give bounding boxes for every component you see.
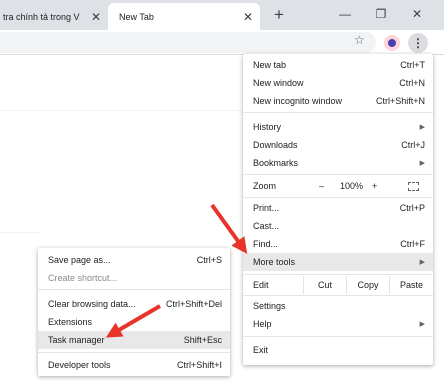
new-tab-button[interactable]: +: [268, 4, 290, 26]
chrome-main-menu: New tab Ctrl+T New window Ctrl+N New inc…: [243, 54, 433, 365]
menu-label: Print...: [253, 203, 280, 213]
menu-label: Exit: [253, 345, 269, 355]
tab-spellcheck[interactable]: tra chính tả trong V ✕: [0, 3, 108, 30]
menu-item-find[interactable]: Find... Ctrl+F: [243, 235, 433, 253]
minimize-icon[interactable]: —: [330, 2, 360, 26]
menu-item-more-tools[interactable]: More tools ▶: [243, 253, 433, 271]
menu-separator: [38, 352, 230, 353]
menu-separator: [243, 295, 433, 296]
menu-label: New window: [253, 78, 304, 88]
menu-shortcut: Ctrl+Shift+I: [176, 360, 222, 370]
divider: [0, 232, 40, 233]
menu-label: Bookmarks: [253, 158, 299, 168]
menu-label: Settings: [253, 301, 286, 311]
copy-button[interactable]: Copy: [346, 276, 389, 294]
toolbar: ☆ ⋮: [0, 30, 444, 55]
menu-label: More tools: [253, 257, 296, 267]
menu-label: New incognito window: [253, 96, 343, 106]
menu-separator: [38, 289, 230, 290]
menu-separator: [243, 112, 433, 113]
divider: [0, 110, 243, 111]
window-close-icon[interactable]: ✕: [402, 2, 432, 26]
submenu-arrow-icon: ▶: [419, 160, 425, 167]
tab-title: New Tab: [119, 11, 154, 22]
menu-label: Find...: [253, 239, 279, 249]
submenu-arrow-icon: ▶: [419, 124, 425, 131]
fullscreen-icon[interactable]: [408, 182, 419, 191]
menu-label: Extensions: [48, 317, 93, 327]
menu-item-extensions[interactable]: Extensions: [38, 313, 230, 331]
menu-separator: [243, 274, 433, 275]
menu-item-bookmarks[interactable]: Bookmarks ▶: [243, 154, 433, 172]
more-tools-submenu: Save page as... Ctrl+S Create shortcut..…: [38, 248, 230, 376]
cut-button[interactable]: Cut: [303, 276, 346, 294]
menu-shortcut: Ctrl+N: [399, 78, 425, 88]
menu-item-new-window[interactable]: New window Ctrl+N: [243, 74, 433, 92]
menu-item-cast[interactable]: Cast...: [243, 217, 433, 235]
menu-label: Cast...: [253, 221, 280, 231]
menu-label: Zoom: [253, 181, 277, 191]
menu-separator: [243, 197, 433, 198]
close-tab-icon[interactable]: ✕: [88, 10, 104, 24]
maximize-icon[interactable]: ❐: [366, 2, 396, 26]
menu-label: History: [253, 122, 282, 132]
menu-item-print[interactable]: Print... Ctrl+P: [243, 199, 433, 217]
menu-shortcut: Ctrl+J: [401, 140, 425, 150]
menu-label: Clear browsing data...: [48, 299, 136, 309]
menu-item-downloads[interactable]: Downloads Ctrl+J: [243, 136, 433, 154]
menu-shortcut: Ctrl+T: [400, 60, 425, 70]
menu-separator: [243, 336, 433, 337]
menu-shortcut: Ctrl+S: [196, 255, 222, 265]
menu-separator: [243, 174, 433, 175]
close-tab-icon[interactable]: ✕: [240, 10, 256, 24]
menu-shortcut: Ctrl+F: [400, 239, 425, 249]
menu-label: Downloads: [253, 140, 298, 150]
menu-label: Edit: [253, 280, 269, 290]
zoom-level: 100%: [340, 181, 364, 191]
menu-shortcut: Ctrl+P: [399, 203, 425, 213]
submenu-arrow-icon: ▶: [419, 259, 425, 266]
menu-item-new-tab[interactable]: New tab Ctrl+T: [243, 56, 433, 74]
tab-new-tab[interactable]: New Tab ✕: [108, 3, 260, 30]
tab-title: tra chính tả trong V: [3, 11, 80, 22]
tab-strip: tra chính tả trong V ✕ New Tab ✕ + — ❐ ✕: [0, 0, 444, 30]
menu-label: New tab: [253, 60, 287, 70]
menu-shortcut: Shift+Esc: [183, 335, 222, 345]
menu-item-save-page[interactable]: Save page as... Ctrl+S: [38, 251, 230, 269]
menu-item-zoom: Zoom: [243, 177, 433, 195]
submenu-arrow-icon: ▶: [419, 321, 425, 328]
menu-item-task-manager[interactable]: Task manager Shift+Esc: [38, 331, 230, 349]
zoom-out-button[interactable]: –: [319, 181, 324, 191]
menu-label: Save page as...: [48, 255, 111, 265]
paste-button[interactable]: Paste: [389, 276, 433, 294]
menu-label: Create shortcut...: [48, 273, 118, 283]
menu-item-exit[interactable]: Exit: [243, 341, 433, 359]
menu-label: Help: [253, 319, 272, 329]
menu-item-help[interactable]: Help ▶: [243, 315, 433, 333]
chrome-menu-button[interactable]: ⋮: [408, 33, 428, 53]
menu-item-history[interactable]: History ▶: [243, 118, 433, 136]
address-bar[interactable]: [0, 32, 376, 53]
menu-item-create-shortcut[interactable]: Create shortcut...: [38, 269, 230, 287]
menu-label: Developer tools: [48, 360, 111, 370]
menu-label: Task manager: [48, 335, 105, 345]
zoom-in-button[interactable]: +: [372, 181, 377, 191]
menu-shortcut: Ctrl+Shift+N: [375, 96, 425, 106]
extension-icon[interactable]: [384, 35, 400, 51]
menu-item-settings[interactable]: Settings: [243, 297, 433, 315]
bookmark-star-icon[interactable]: ☆: [354, 33, 365, 47]
menu-shortcut: Ctrl+Shift+Del: [165, 299, 222, 309]
menu-item-developer-tools[interactable]: Developer tools Ctrl+Shift+I: [38, 356, 230, 374]
menu-item-new-incognito[interactable]: New incognito window Ctrl+Shift+N: [243, 92, 433, 110]
menu-item-clear-browsing-data[interactable]: Clear browsing data... Ctrl+Shift+Del: [38, 295, 230, 313]
